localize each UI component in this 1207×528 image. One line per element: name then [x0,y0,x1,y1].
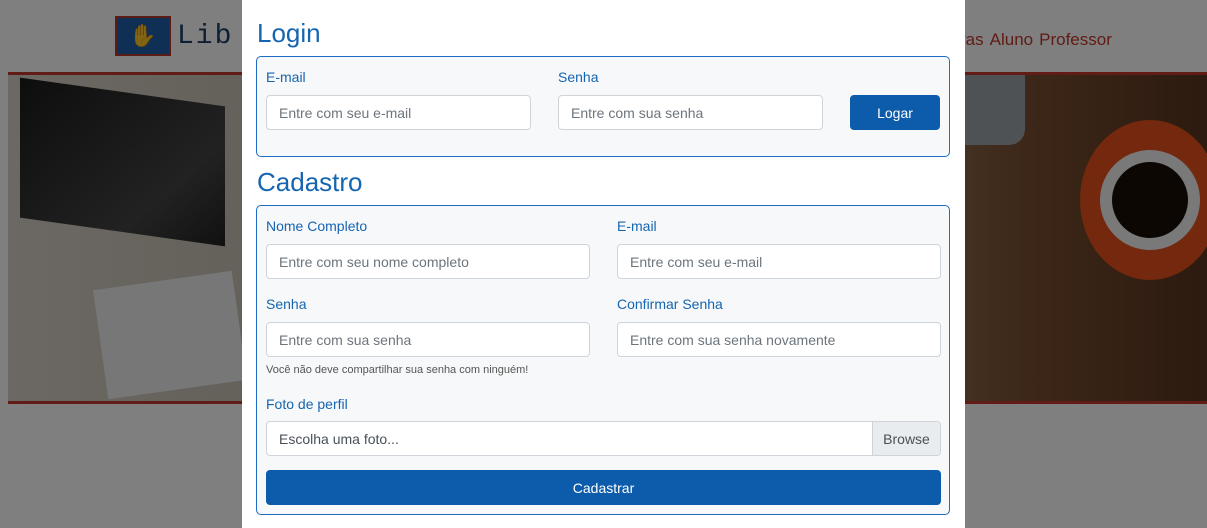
photo-file-input[interactable]: Escolha uma foto... Browse [266,421,941,456]
login-button[interactable]: Logar [850,95,940,130]
login-password-label: Senha [558,69,599,85]
register-confirm-label: Confirmar Senha [617,296,723,312]
register-email-input[interactable] [617,244,941,279]
register-password-input[interactable] [266,322,590,357]
login-email-input[interactable] [266,95,531,130]
register-name-label: Nome Completo [266,218,368,234]
register-confirm-input[interactable] [617,322,941,357]
auth-modal: Login E-mail Senha Logar Cadastro Nome C… [242,0,965,528]
browse-button[interactable]: Browse [872,422,940,455]
register-name-input[interactable] [266,244,590,279]
login-form: E-mail Senha Logar [256,56,950,157]
photo-file-placeholder: Escolha uma foto... [279,431,399,447]
register-photo-label: Foto de perfil [266,396,348,412]
register-email-label: E-mail [617,218,657,234]
register-form: Nome Completo E-mail Senha Você não deve… [256,205,950,515]
login-password-input[interactable] [558,95,823,130]
login-email-label: E-mail [266,69,306,85]
login-title: Login [257,18,321,48]
register-title: Cadastro [257,167,363,197]
register-password-label: Senha [266,296,307,312]
register-button[interactable]: Cadastrar [266,470,941,505]
password-hint: Você não deve compartilhar sua senha com… [266,364,529,376]
